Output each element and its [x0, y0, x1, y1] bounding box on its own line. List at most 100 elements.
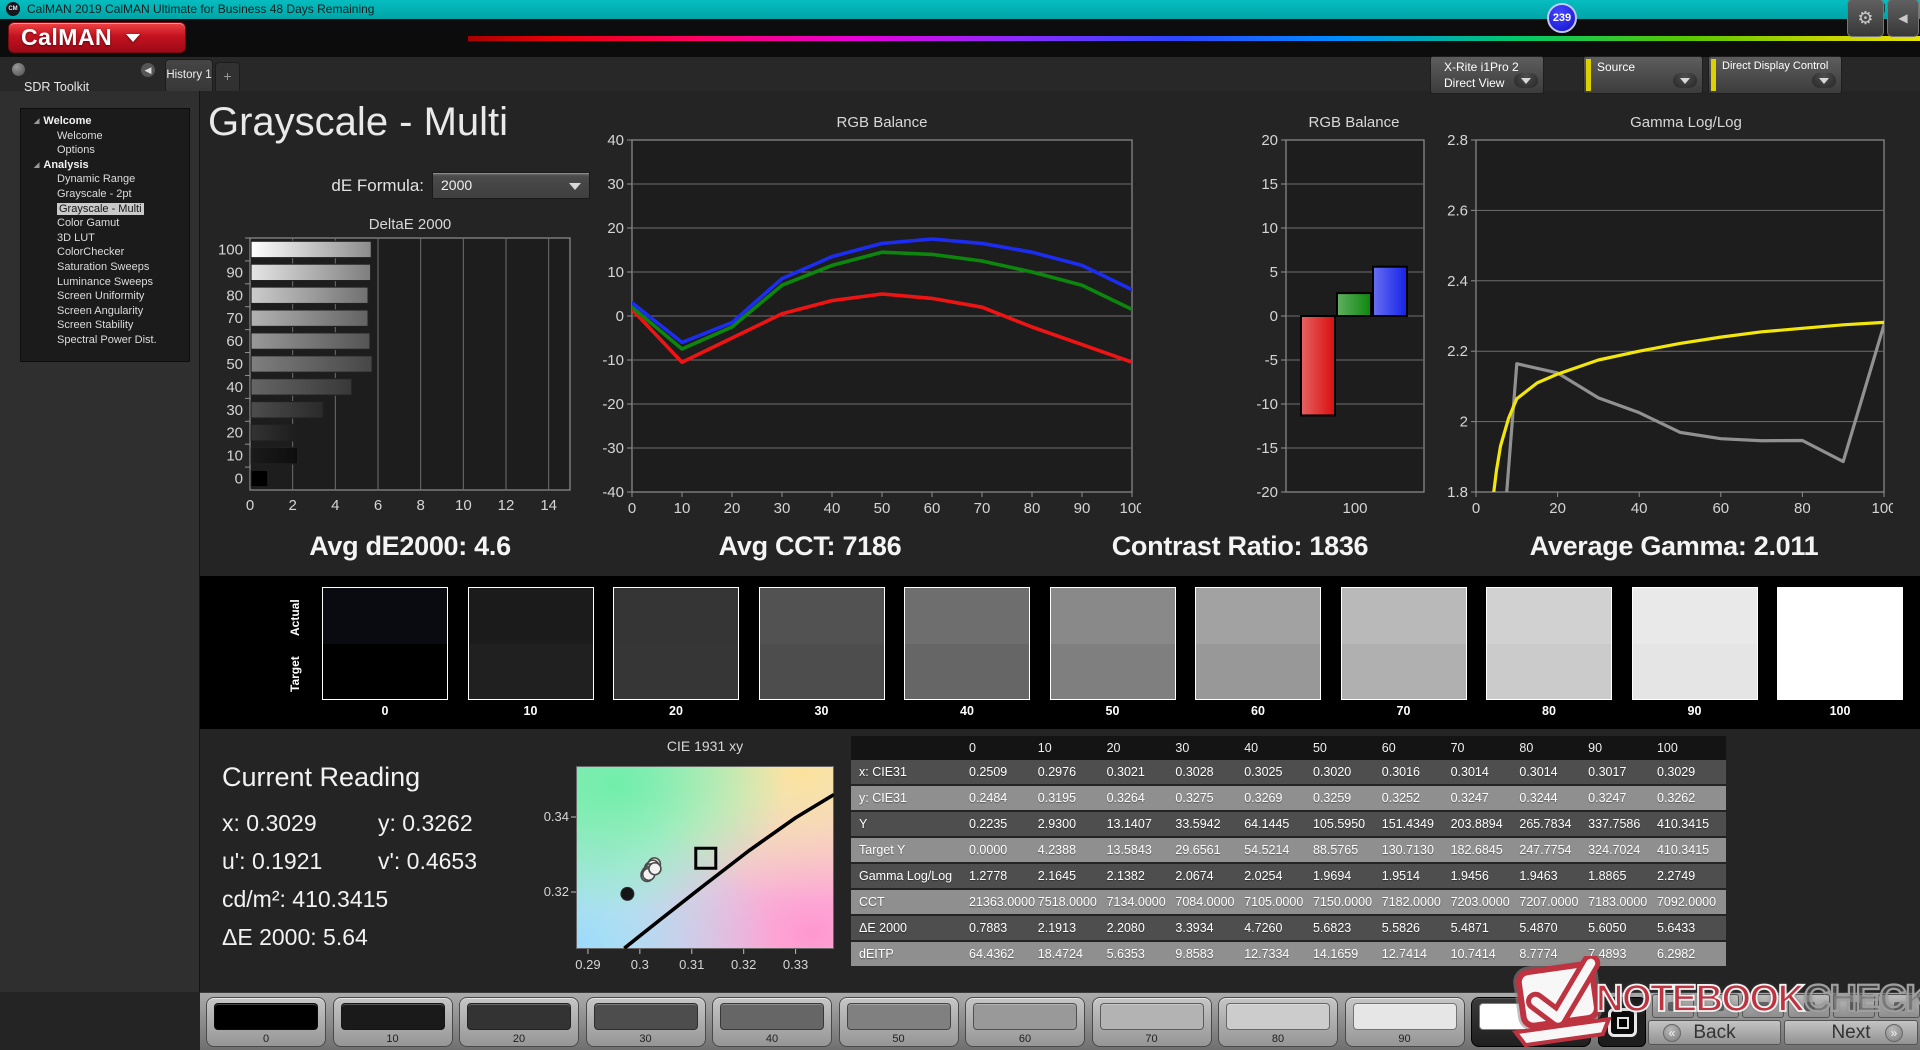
table-cell: 0.3264: [1106, 791, 1145, 805]
svg-text:100: 100: [1871, 500, 1893, 517]
tree-item-screen-uniformity[interactable]: Screen Uniformity: [21, 289, 189, 304]
pattern-swatch: [467, 1003, 571, 1030]
chevron-down-icon[interactable]: [1812, 73, 1836, 88]
tree-item-luminance-sweeps[interactable]: Luminance Sweeps: [21, 275, 189, 290]
pattern-level-label: 50: [892, 1033, 905, 1045]
svg-text:80: 80: [226, 287, 243, 304]
actual-patch: [1050, 588, 1175, 644]
table-cell: 0.3028: [1175, 765, 1214, 779]
tree-group-welcome[interactable]: ◢ Welcome: [21, 114, 189, 129]
tree-item-spectral-power[interactable]: Spectral Power Dist.: [21, 333, 189, 348]
table-cell: 0.3269: [1244, 791, 1283, 805]
svg-text:60: 60: [1712, 500, 1729, 517]
table-cell: 0.2976: [1037, 765, 1077, 779]
tree-item-options[interactable]: Options: [21, 143, 189, 158]
grayscale-swatch-50: [1049, 587, 1176, 700]
tree-item-welcome[interactable]: Welcome: [21, 129, 189, 144]
source-label: Source: [1597, 60, 1636, 74]
table-cell: 1.9514: [1381, 869, 1421, 883]
measure-transport-button-3[interactable]: [1742, 994, 1785, 1018]
measure-transport-button-2[interactable]: [1697, 994, 1740, 1018]
sidebar-collapse-icon[interactable]: ◀: [141, 63, 155, 77]
table-cell: 0.2235: [969, 817, 1008, 831]
tree-item-dynamic-range[interactable]: Dynamic Range: [21, 172, 189, 187]
pattern-level-button-10[interactable]: 10: [332, 997, 453, 1047]
tree-item-screen-angularity[interactable]: Screen Angularity: [21, 304, 189, 319]
table-row: CCT 21363.0000 7518.0000 7134.0000 7084.0000…: [851, 890, 1726, 916]
display-control-selector[interactable]: Direct Display Control: [1708, 56, 1842, 94]
table-cell: 2.0674: [1175, 869, 1214, 883]
deltae-2000-chart: 0 2 4 6 8 10 12 14 0 10 20 30 40 50 60 70 80 90 100: [214, 212, 580, 525]
source-selector[interactable]: Source: [1583, 56, 1703, 94]
table-cell: 7092.0000: [1656, 895, 1717, 909]
next-button[interactable]: Next »: [1784, 1020, 1918, 1045]
measure-transport-button-1[interactable]: [1652, 994, 1694, 1018]
svg-text:90: 90: [226, 264, 243, 281]
measure-transport-button-6[interactable]: [1878, 994, 1920, 1018]
rgb-bar-svg: 20 15 10 5 0 -5 -10 -15 -20 100: [1256, 132, 1425, 517]
tree-item-saturation-sweeps[interactable]: Saturation Sweeps: [21, 260, 189, 275]
tab-add-button[interactable]: +: [215, 62, 240, 91]
back-button[interactable]: « Back: [1648, 1020, 1781, 1045]
table-cell: 182.6845: [1450, 843, 1503, 857]
table-row-label: x: CIE31: [859, 765, 907, 779]
tree-item-color-gamut[interactable]: Color Gamut: [21, 216, 189, 231]
table-header-cell: 100: [1656, 741, 1678, 755]
calman-menu-button[interactable]: CalMAN: [8, 22, 186, 53]
panel-dot-icon[interactable]: [12, 63, 25, 76]
pattern-window-icon: [1608, 1008, 1637, 1037]
pattern-level-button-50[interactable]: 50: [838, 997, 959, 1047]
window-title-bar: CM CalMAN 2019 CalMAN Ultimate for Busin…: [0, 0, 1920, 19]
settings-gear-button[interactable]: ⚙: [1847, 0, 1884, 37]
table-header-cell: 80: [1519, 741, 1534, 755]
svg-text:0: 0: [246, 497, 254, 514]
tab-history-1[interactable]: History 1: [165, 59, 213, 91]
measure-transport-button-5[interactable]: [1832, 994, 1875, 1018]
meter-selector[interactable]: X-Rite i1Pro 2 Direct View: [1430, 56, 1544, 94]
rgb_balance_line-svg: 403020100-10-20-30-400 10 20 30 40 50 60 70 80 90…: [602, 132, 1144, 517]
svg-text:-10: -10: [602, 352, 624, 369]
gamma_loglog-svg: 2.8 2.6 2.4 2.2 2 1.80 20 40 60 80 100: [1447, 132, 1896, 517]
table-header-row: 0 10 20 30 40 50 60 70 80 90 100: [851, 736, 1726, 760]
tree-group-analysis[interactable]: ◢ Analysis: [21, 158, 189, 173]
measure-transport-button-4[interactable]: [1787, 994, 1830, 1018]
svg-text:2.2: 2.2: [1447, 343, 1468, 360]
svg-text:90: 90: [1074, 500, 1091, 517]
table-cell: 64.1445: [1244, 817, 1290, 831]
svg-text:80: 80: [1794, 500, 1811, 517]
svg-text:5: 5: [1270, 264, 1278, 281]
chevron-down-icon[interactable]: [1673, 73, 1697, 88]
grayscale-swatch-60: [1195, 587, 1321, 700]
pattern-level-button-30[interactable]: 30: [585, 997, 706, 1047]
pattern-level-button-60[interactable]: 60: [965, 997, 1085, 1047]
pattern-level-label: 20: [512, 1033, 526, 1045]
pattern-level-label: 40: [765, 1033, 779, 1045]
actual-patch: [1341, 588, 1466, 644]
svg-text:10: 10: [674, 500, 691, 517]
de-formula-dropdown[interactable]: 2000: [432, 172, 590, 199]
pattern-level-button-0[interactable]: 0: [206, 997, 326, 1047]
table-cell: 337.7586: [1588, 817, 1641, 831]
panel-collapse-button[interactable]: ◀: [1887, 0, 1919, 37]
pattern-level-button-80[interactable]: 80: [1218, 997, 1338, 1047]
chevron-down-icon[interactable]: [1514, 73, 1538, 88]
measured-dark-point: [620, 886, 635, 901]
pattern-level-label: 60: [1018, 1033, 1032, 1045]
transport-icon: [1713, 1002, 1725, 1011]
tree-item-colorchecker[interactable]: ColorChecker: [21, 245, 189, 260]
tree-item-screen-stability[interactable]: Screen Stability: [21, 318, 189, 333]
pattern-level-button-90[interactable]: 90: [1344, 997, 1465, 1047]
pattern-level-button-100[interactable]: 100: [1471, 997, 1591, 1047]
tree-item-grayscale-2pt[interactable]: Grayscale - 2pt: [21, 187, 189, 202]
tree-item-3d-lut[interactable]: 3D LUT: [21, 231, 189, 246]
svg-text:0.29: 0.29: [575, 957, 600, 972]
tree-item-grayscale-multi[interactable]: Grayscale - Multi: [21, 202, 189, 217]
pattern-level-button-20[interactable]: 20: [459, 997, 579, 1047]
pattern-level-button-40[interactable]: 40: [712, 997, 832, 1047]
pattern-level-button-70[interactable]: 70: [1091, 997, 1212, 1047]
table-cell: 2.1382: [1106, 869, 1145, 883]
window-pattern-button[interactable]: [1598, 997, 1646, 1047]
table-row-label: y: CIE31: [859, 791, 907, 805]
table-cell: 0.3252: [1381, 791, 1421, 805]
meter-count-badge[interactable]: 239: [1547, 3, 1577, 33]
